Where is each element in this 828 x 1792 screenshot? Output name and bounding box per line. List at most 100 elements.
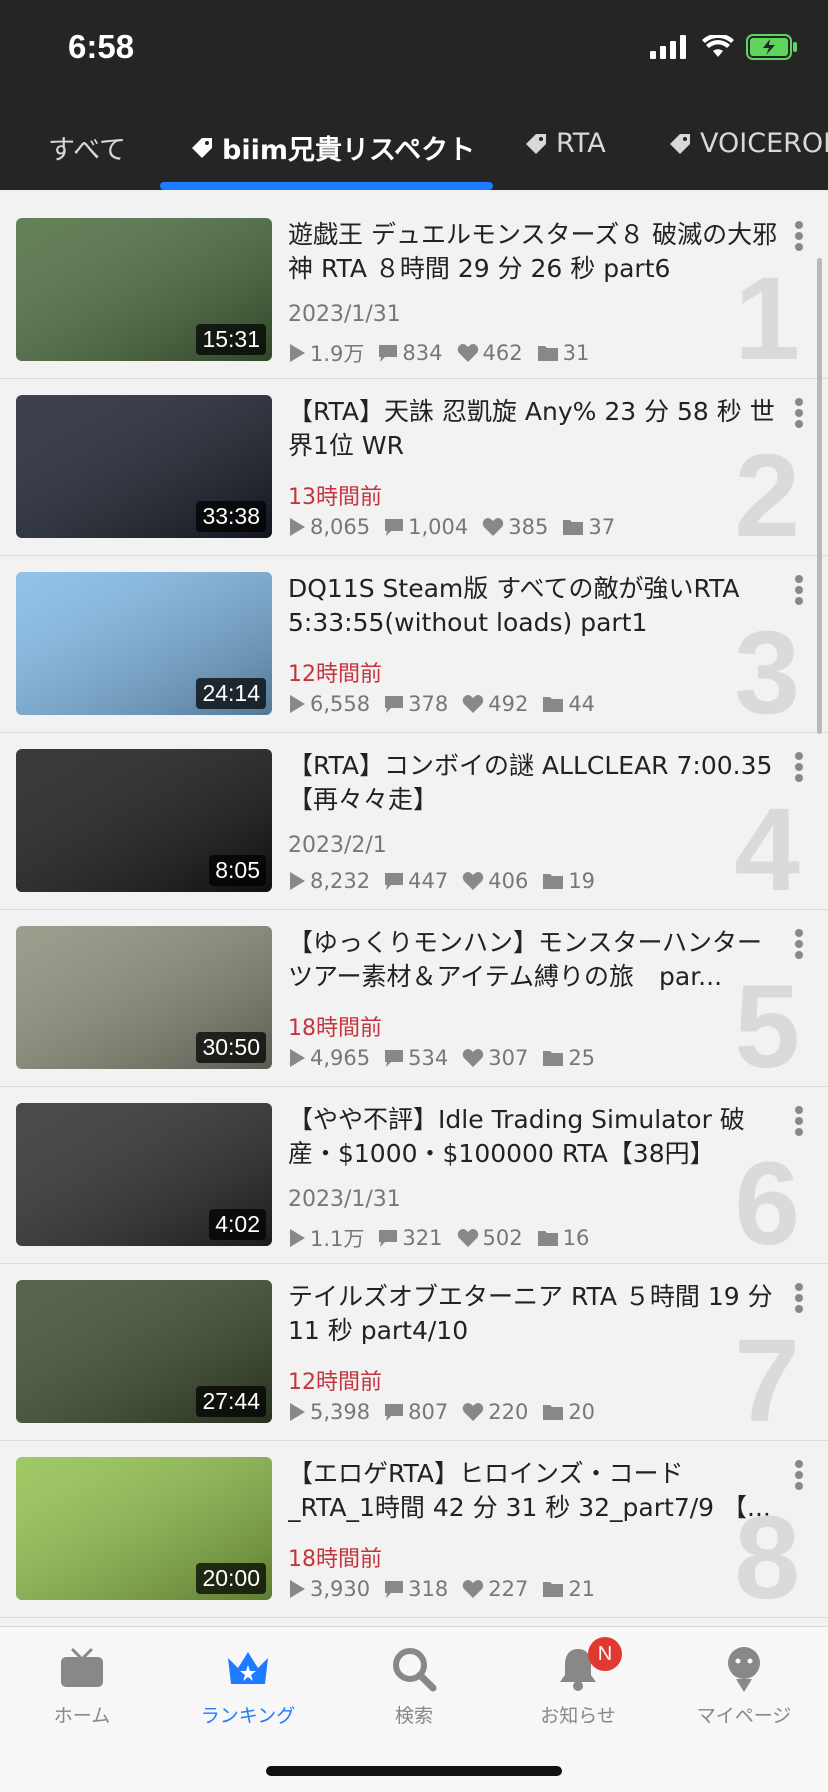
video-list-item[interactable]: 4:02 【やや不評】Idle Trading Simulator 破産・$10… <box>0 1087 828 1264</box>
video-thumbnail[interactable]: 30:50 <box>16 926 272 1069</box>
more-options-icon[interactable] <box>792 572 806 612</box>
user-icon <box>728 1647 760 1692</box>
video-list-item[interactable]: 8:05 【RTA】コンボイの謎 ALLCLEAR 7:00.35【再々々走】 … <box>0 733 828 910</box>
video-duration: 33:38 <box>196 501 266 532</box>
heart-icon <box>483 518 504 536</box>
comment-icon <box>379 345 398 362</box>
view-count-value: 8,232 <box>310 869 371 893</box>
comment-icon <box>379 1230 398 1247</box>
comment-count: 1,004 <box>384 515 468 539</box>
comment-count-value: 1,004 <box>408 515 469 539</box>
mylist-count-value: 21 <box>568 1577 596 1601</box>
scrollbar[interactable] <box>817 258 822 734</box>
more-options-icon[interactable] <box>792 1280 806 1320</box>
video-stats: 6,558 378 492 44 <box>288 692 595 716</box>
mylist-count: 21 <box>542 1577 595 1601</box>
video-duration: 24:14 <box>196 678 266 709</box>
video-list-item[interactable]: 27:44 テイルズオブエターニア RTA ５時間 19 分 11 秒 part… <box>0 1264 828 1441</box>
video-list-item[interactable]: 20:00 【エロゲRTA】ヒロインズ・コード _RTA_1時間 42 分 31… <box>0 1441 828 1618</box>
video-title[interactable]: 【RTA】天誅 忍凱旋 Any% 23 分 58 秒 世界1位 WR <box>288 395 778 463</box>
tv-icon <box>61 1648 103 1687</box>
video-stats: 8,232 447 406 19 <box>288 869 595 893</box>
video-thumbnail[interactable]: 20:00 <box>16 1457 272 1600</box>
video-posted-date: 2023/2/1 <box>288 833 387 858</box>
more-options-icon[interactable] <box>792 218 806 258</box>
comment-count-value: 318 <box>408 1577 449 1601</box>
nav-ranking[interactable]: ランキング <box>178 1641 318 1728</box>
more-options-icon[interactable] <box>792 395 806 435</box>
comment-count: 318 <box>384 1577 448 1601</box>
video-thumbnail[interactable]: 33:38 <box>16 395 272 538</box>
heart-icon <box>463 1049 484 1067</box>
like-count: 462 <box>457 341 523 365</box>
nav-mypage[interactable]: マイページ <box>674 1641 814 1728</box>
status-icons <box>650 34 798 60</box>
like-count-value: 307 <box>488 1046 529 1070</box>
play-icon <box>290 1580 305 1598</box>
video-posted-date: 13時間前 <box>288 485 382 510</box>
mylist-count: 31 <box>537 341 589 365</box>
nav-label: マイページ <box>696 1705 792 1727</box>
tab-all[interactable]: すべて <box>48 128 126 167</box>
play-icon <box>290 1049 305 1067</box>
like-count-value: 502 <box>482 1226 523 1250</box>
like-count-value: 406 <box>488 869 529 893</box>
nav-home[interactable]: ホーム <box>12 1641 152 1728</box>
mylist-count-value: 20 <box>568 1400 596 1424</box>
nav-notifications[interactable]: N お知らせ <box>508 1637 648 1728</box>
like-count-value: 227 <box>488 1577 529 1601</box>
video-thumbnail[interactable]: 27:44 <box>16 1280 272 1423</box>
video-thumbnail[interactable]: 15:31 <box>16 218 272 361</box>
video-posted-date: 2023/1/31 <box>288 1187 401 1212</box>
video-duration: 20:00 <box>196 1563 266 1594</box>
video-title[interactable]: 【やや不評】Idle Trading Simulator 破産・$1000・$1… <box>288 1103 778 1171</box>
view-count: 6,558 <box>288 692 370 716</box>
like-count: 227 <box>462 1577 528 1601</box>
video-list-item[interactable]: 15:31 遊戯王 デュエルモンスターズ８ 破滅の大邪神 RTA ８時間 29 … <box>0 202 828 379</box>
video-list-item[interactable]: 24:14 DQ11S Steam版 すべての敵が強いRTA 5:33:55(w… <box>0 556 828 733</box>
view-count: 3,930 <box>288 1577 370 1601</box>
like-count: 502 <box>457 1226 523 1250</box>
tab-rta[interactable]: RTA <box>524 128 606 159</box>
comment-count-value: 447 <box>408 869 449 893</box>
nav-label: ホーム <box>53 1705 111 1727</box>
video-title[interactable]: DQ11S Steam版 すべての敵が強いRTA 5:33:55(without… <box>288 572 778 640</box>
video-title[interactable]: 【ゆっくりモンハン】モンスターハンターツアー素材＆アイテム縛りの旅 par... <box>288 926 778 994</box>
tab-biim-respect[interactable]: biim兄貴リスペクト <box>190 128 475 167</box>
video-title[interactable]: 【エロゲRTA】ヒロインズ・コード _RTA_1時間 42 分 31 秒 32_… <box>288 1457 778 1525</box>
video-posted-date: 12時間前 <box>288 662 382 687</box>
mylist-folder-icon <box>537 1231 558 1246</box>
tab-voiceroid[interactable]: VOICEROI <box>668 128 828 159</box>
home-indicator <box>266 1766 562 1776</box>
more-options-icon[interactable] <box>792 926 806 966</box>
play-icon <box>290 872 305 890</box>
video-title[interactable]: 【RTA】コンボイの謎 ALLCLEAR 7:00.35【再々々走】 <box>288 749 778 817</box>
video-thumbnail[interactable]: 24:14 <box>16 572 272 715</box>
heart-icon <box>463 1580 484 1598</box>
video-list-item[interactable]: 33:38 【RTA】天誅 忍凱旋 Any% 23 分 58 秒 世界1位 WR… <box>0 379 828 556</box>
more-options-icon[interactable] <box>792 1103 806 1143</box>
heart-icon <box>463 695 484 713</box>
video-duration: 30:50 <box>196 1032 266 1063</box>
mylist-count: 44 <box>542 692 595 716</box>
video-thumbnail[interactable]: 8:05 <box>16 749 272 892</box>
rank-number: 8 <box>734 1492 800 1624</box>
more-options-icon[interactable] <box>792 1457 806 1497</box>
more-options-icon[interactable] <box>792 749 806 789</box>
mylist-count-value: 16 <box>562 1226 590 1250</box>
video-stats: 5,398 807 220 20 <box>288 1400 595 1424</box>
comment-count-value: 378 <box>408 692 449 716</box>
video-title[interactable]: 遊戯王 デュエルモンスターズ８ 破滅の大邪神 RTA ８時間 29 分 26 秒… <box>288 218 778 286</box>
video-list-item[interactable]: 30:50 【ゆっくりモンハン】モンスターハンターツアー素材＆アイテム縛りの旅 … <box>0 910 828 1087</box>
ranking-list: 15:31 遊戯王 デュエルモンスターズ８ 破滅の大邪神 RTA ８時間 29 … <box>0 202 828 1618</box>
nav-search[interactable]: 検索 <box>344 1641 484 1728</box>
video-title[interactable]: テイルズオブエターニア RTA ５時間 19 分 11 秒 part4/10 <box>288 1280 778 1348</box>
heart-icon <box>457 1229 478 1247</box>
nav-label: お知らせ <box>540 1705 616 1727</box>
crown-icon <box>228 1652 268 1684</box>
video-stats: 8,065 1,004 385 37 <box>288 515 615 539</box>
like-count-value: 385 <box>508 515 549 539</box>
comment-icon <box>385 873 404 890</box>
video-thumbnail[interactable]: 4:02 <box>16 1103 272 1246</box>
mylist-folder-icon <box>543 1582 564 1597</box>
